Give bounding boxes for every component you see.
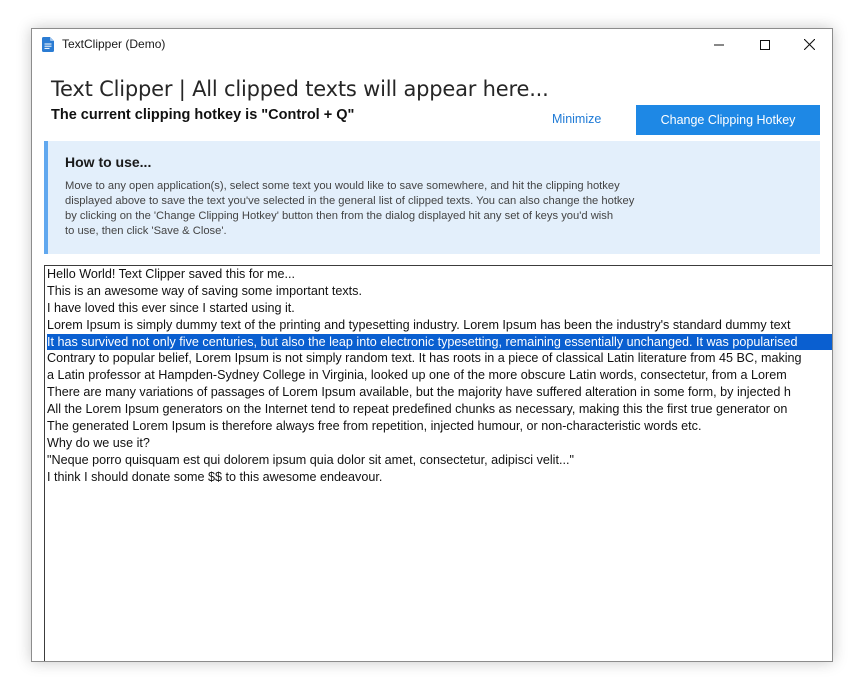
list-item[interactable]: Why do we use it? [47, 435, 832, 452]
window-minimize-button[interactable] [696, 29, 742, 60]
how-to-panel: How to use... Move to any open applicati… [44, 141, 820, 254]
window-maximize-button[interactable] [742, 29, 788, 60]
window-title: TextClipper (Demo) [62, 37, 166, 51]
minimize-link[interactable]: Minimize [552, 112, 601, 126]
how-to-line: displayed above to save the text you've … [65, 195, 635, 207]
list-item[interactable]: There are many variations of passages of… [47, 384, 832, 401]
window-close-button[interactable] [786, 29, 832, 60]
window-maximize-icon [760, 39, 770, 50]
list-item[interactable]: This is an awesome way of saving some im… [47, 283, 832, 300]
app-window: TextClipper (Demo) Text Clipper | All cl… [31, 28, 833, 662]
change-hotkey-button[interactable]: Change Clipping Hotkey [636, 105, 820, 135]
list-item[interactable]: Contrary to popular belief, Lorem Ipsum … [47, 350, 832, 367]
current-hotkey-label: The current clipping hotkey is "Control … [51, 107, 355, 123]
list-item[interactable]: I have loved this ever since I started u… [47, 300, 832, 317]
list-item[interactable]: Hello World! Text Clipper saved this for… [47, 266, 832, 283]
title-bar[interactable]: TextClipper (Demo) [32, 29, 832, 60]
list-item[interactable]: The generated Lorem Ipsum is therefore a… [47, 418, 832, 435]
list-item[interactable]: I think I should donate some $$ to this … [47, 469, 832, 486]
list-item[interactable]: Lorem Ipsum is simply dummy text of the … [47, 317, 832, 334]
page-heading: Text Clipper | All clipped texts will ap… [51, 77, 549, 101]
clipped-texts-list[interactable]: Hello World! Text Clipper saved this for… [44, 265, 832, 661]
window-minimize-icon [714, 40, 724, 50]
clip-list: Hello World! Text Clipper saved this for… [47, 266, 832, 486]
window-close-icon [803, 39, 815, 50]
how-to-line: Move to any open application(s), select … [65, 180, 620, 192]
how-to-title: How to use... [65, 154, 152, 170]
how-to-line: to use, then click 'Save & Close'. [65, 225, 227, 237]
how-to-line: by clicking on the 'Change Clipping Hotk… [65, 210, 614, 222]
list-item[interactable]: All the Lorem Ipsum generators on the In… [47, 401, 832, 418]
list-item[interactable]: "Neque porro quisquam est qui dolorem ip… [47, 452, 832, 469]
list-item-selected[interactable]: It has survived not only five centuries,… [47, 333, 832, 351]
list-item[interactable]: a Latin professor at Hampden-Sydney Coll… [47, 367, 832, 384]
document-icon [42, 37, 54, 52]
how-to-description: Move to any open application(s), select … [65, 179, 680, 239]
